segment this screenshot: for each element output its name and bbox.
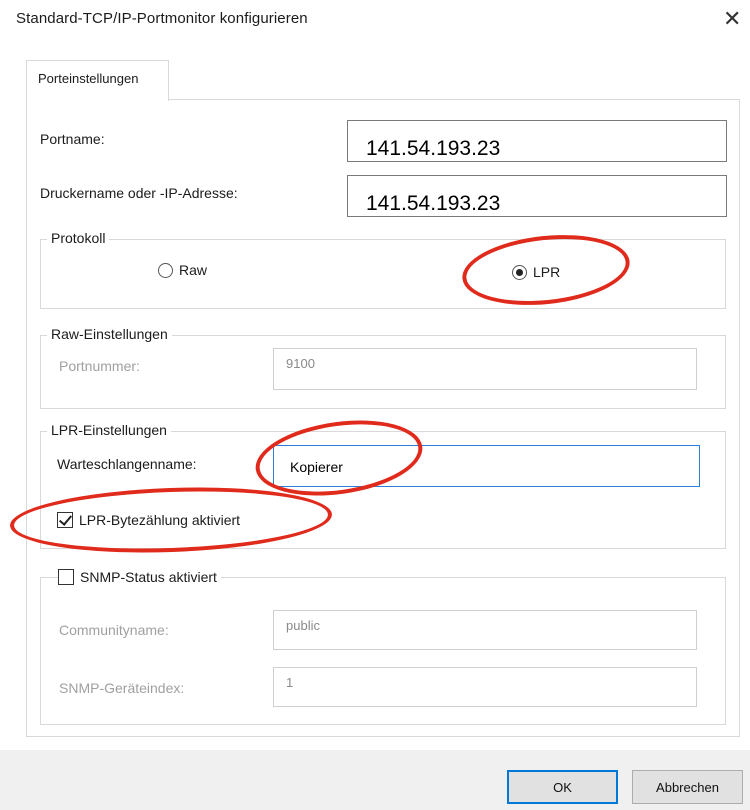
lpr-bytecount-label: LPR-Bytezählung aktiviert (79, 512, 241, 528)
tab-label: Porteinstellungen (38, 71, 139, 86)
device-index-label: SNMP-Geräteindex: (59, 680, 185, 696)
protocol-group: Protokoll (40, 230, 726, 309)
snmp-status-box (58, 569, 74, 585)
radio-lpr-circle (512, 264, 527, 280)
ok-button[interactable]: OK (507, 770, 618, 804)
community-name-label: Communityname: (59, 622, 169, 638)
title-bar: Standard-TCP/IP-Portmonitor konfiguriere… (0, 0, 750, 42)
printer-address-input[interactable]: 141.54.193.23 (347, 175, 727, 217)
lpr-bytecount-box (57, 512, 73, 528)
queue-name-label: Warteschlangenname: (57, 456, 197, 472)
portname-input[interactable]: 141.54.193.23 (347, 120, 727, 162)
device-index-input[interactable]: 1 (273, 667, 697, 707)
radio-raw-circle (158, 262, 173, 278)
cancel-button[interactable]: Abbrechen (632, 770, 743, 804)
radio-raw[interactable]: Raw (158, 262, 207, 278)
radio-lpr[interactable]: LPR (512, 264, 560, 280)
radio-lpr-label: LPR (533, 264, 561, 280)
printer-address-label: Druckername oder -IP-Adresse: (40, 185, 238, 201)
queue-name-input[interactable]: Kopierer (273, 445, 700, 487)
port-number-input[interactable]: 9100 (273, 348, 697, 390)
snmp-status-checkbox[interactable]: SNMP-Status aktiviert (58, 569, 221, 585)
radio-raw-label: Raw (179, 262, 208, 278)
lpr-settings-title: LPR-Einstellungen (47, 422, 171, 438)
window-title: Standard-TCP/IP-Portmonitor konfiguriere… (16, 10, 308, 27)
port-number-label: Portnummer: (59, 358, 140, 374)
lpr-bytecount-checkbox[interactable]: LPR-Bytezählung aktiviert (57, 512, 240, 528)
portname-label: Portname: (40, 131, 105, 147)
close-icon[interactable]: ✕ (723, 6, 741, 32)
protocol-group-title: Protokoll (47, 230, 110, 246)
snmp-status-label: SNMP-Status aktiviert (80, 569, 217, 585)
tab-porteinstellungen[interactable]: Porteinstellungen (26, 60, 169, 101)
raw-settings-title: Raw-Einstellungen (47, 326, 172, 342)
community-name-input[interactable]: public (273, 610, 697, 650)
